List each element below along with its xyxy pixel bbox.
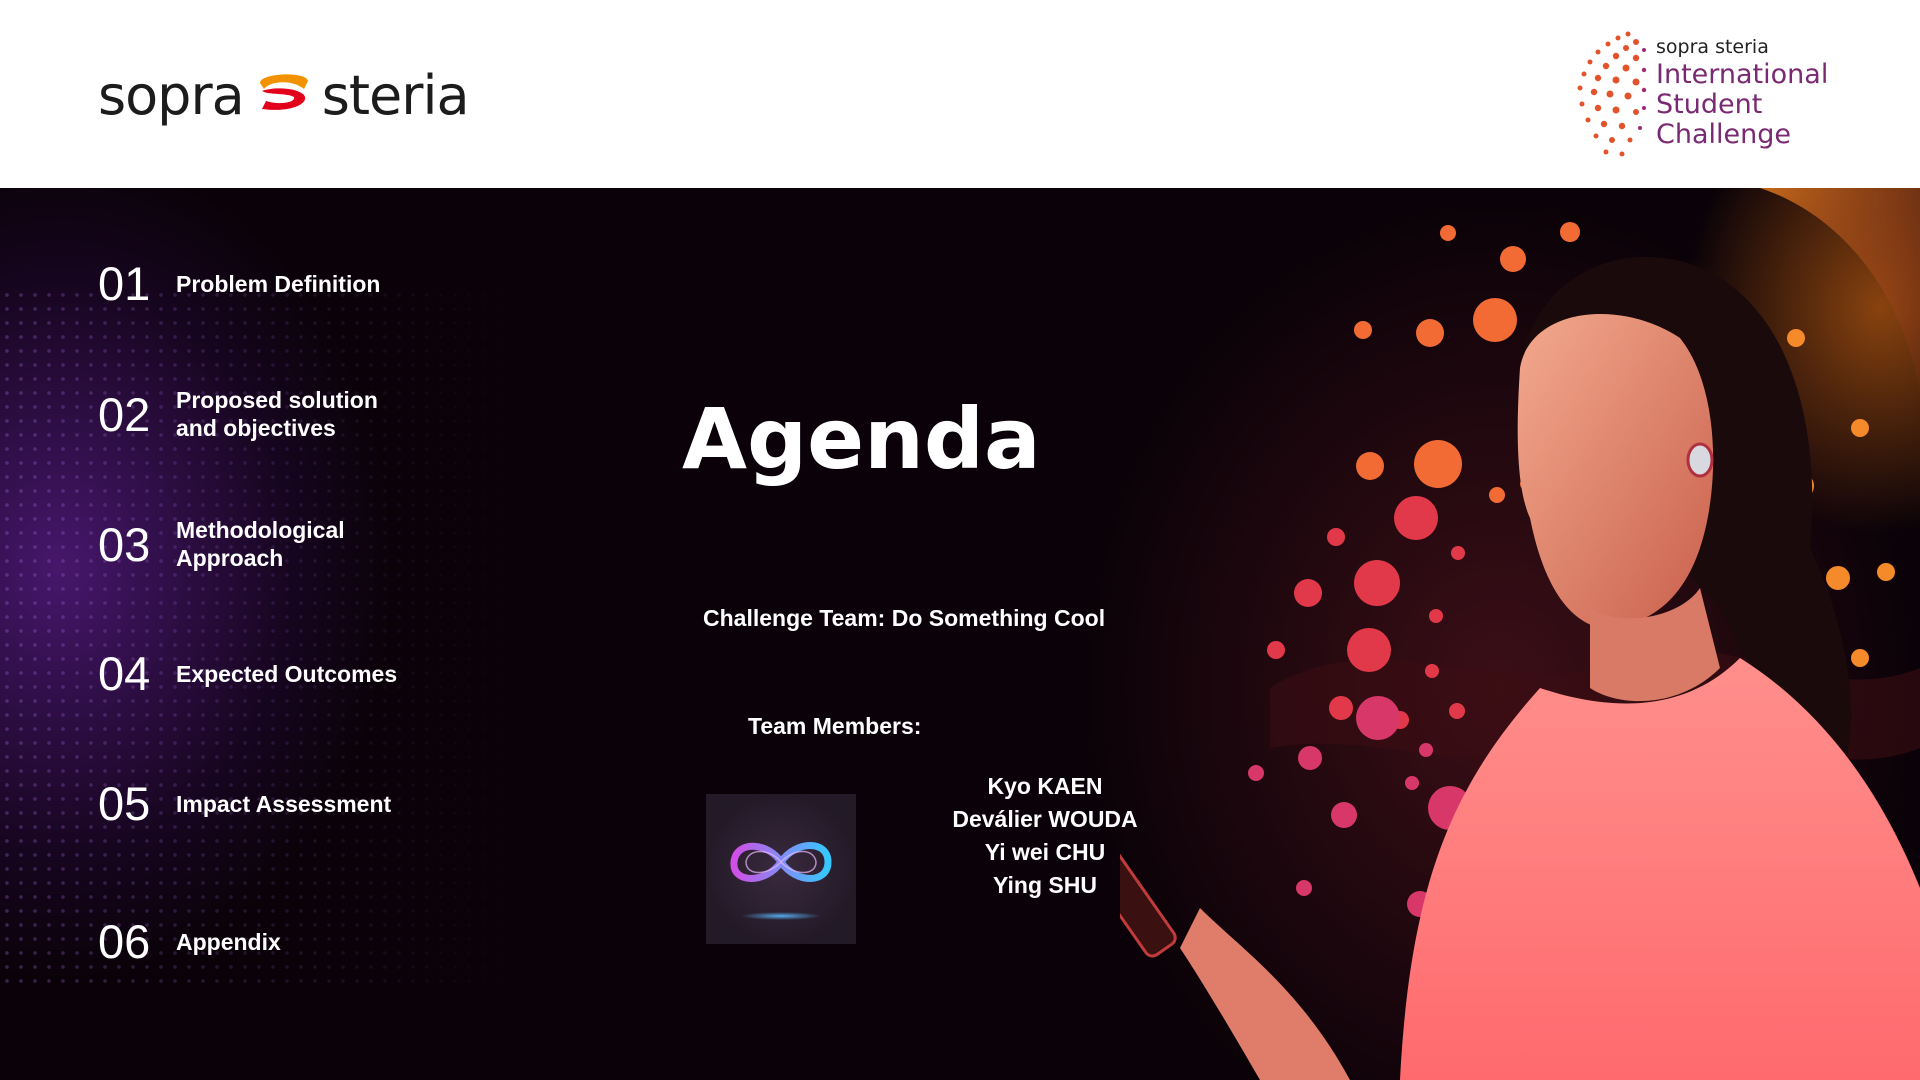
team-member: Yi wei CHU xyxy=(984,839,1106,865)
agenda-item[interactable]: 06 Appendix xyxy=(98,914,406,969)
isc-badge: sopra steria International Student Chall… xyxy=(1570,28,1890,160)
page-title: Agenda xyxy=(682,390,1041,488)
agenda-item[interactable]: 04 Expected Outcomes xyxy=(98,646,406,701)
agenda-number: 02 xyxy=(98,387,151,441)
sopra-steria-logo-icon xyxy=(259,74,308,110)
agenda-number: 05 xyxy=(98,777,151,830)
agenda-label: Expected Outcomes xyxy=(176,660,398,687)
agenda-item[interactable]: 02 Proposed solution and objectives xyxy=(98,386,406,442)
isc-line: International xyxy=(1656,59,1829,90)
agenda-number: 03 xyxy=(98,517,151,571)
team-members-list: Kyo KAEN Deválier WOUDA Yi wei CHU Ying … xyxy=(930,770,1160,902)
team-member: Ying SHU xyxy=(993,872,1097,898)
isc-title: International Student Challenge xyxy=(1656,60,1828,150)
team-member: Deválier WOUDA xyxy=(952,806,1138,832)
agenda-number: 01 xyxy=(98,257,151,310)
agenda-item[interactable]: 03 Methodological Approach xyxy=(98,516,406,572)
agenda-label: Impact Assessment xyxy=(176,790,392,817)
isc-dots-icon xyxy=(1577,31,1647,157)
isc-line: Challenge xyxy=(1656,119,1791,150)
agenda-number: 04 xyxy=(98,647,151,700)
agenda-label: Proposed solution and objectives xyxy=(176,387,378,441)
sopra-steria-logo: sopra steria xyxy=(98,60,470,130)
team-logo xyxy=(706,794,856,944)
agenda-item[interactable]: 05 Impact Assessment xyxy=(98,776,406,831)
team-members-heading: Team Members: xyxy=(748,713,922,739)
agenda-label: Problem Definition xyxy=(176,270,381,297)
agenda-number: 06 xyxy=(98,915,151,968)
challenge-team-line: Challenge Team: Do Something Cool xyxy=(703,605,1106,631)
agenda-label: Methodological Approach xyxy=(176,517,345,571)
agenda-item[interactable]: 01 Problem Definition xyxy=(98,256,406,311)
logo-word-left: sopra xyxy=(98,63,245,127)
agenda-label: Appendix xyxy=(176,928,281,955)
team-member: Kyo KAEN xyxy=(987,773,1103,799)
logo-word-right: steria xyxy=(321,63,470,127)
header: sopra steria sopra steria International … xyxy=(0,0,1920,188)
person-illustration xyxy=(1120,188,1920,1080)
infinity-circuit-icon xyxy=(730,842,832,920)
isc-line: Student xyxy=(1656,89,1763,120)
isc-brand: sopra steria xyxy=(1656,36,1769,58)
